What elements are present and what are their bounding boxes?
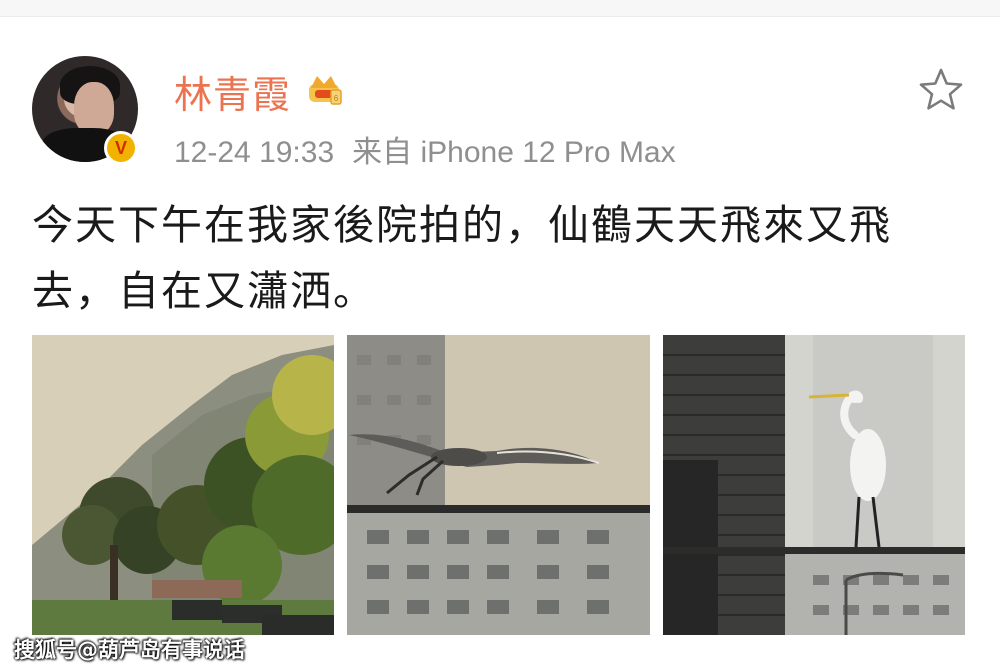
backyard-garden-image (32, 335, 334, 635)
avatar-face (74, 82, 114, 134)
post-meta: 12-24 19:33 来自 iPhone 12 Pro Max (174, 127, 676, 171)
post-source: 来自 iPhone 12 Pro Max (352, 136, 676, 169)
svg-text:6: 6 (334, 94, 339, 103)
star-icon[interactable] (918, 67, 964, 111)
heron-standing-image (663, 335, 965, 635)
heron-flying-image (347, 335, 650, 635)
backyard-garden-photo[interactable] (32, 335, 334, 635)
post-time: 12-24 19:33 (174, 136, 335, 169)
crown-icon: 6 (309, 76, 342, 105)
top-strip (0, 0, 1000, 17)
watermark: 搜狐号@葫芦岛有事说话 (14, 638, 245, 662)
author-name[interactable]: 林青霞 (174, 64, 291, 119)
post-text: 今天下午在我家後院拍的，仙鶴天天飛來又飛 去，自在又瀟洒。 (32, 201, 892, 315)
heron-standing-photo[interactable] (663, 335, 965, 635)
verified-badge: V (104, 131, 138, 165)
heron-flying-photo[interactable] (347, 335, 650, 635)
